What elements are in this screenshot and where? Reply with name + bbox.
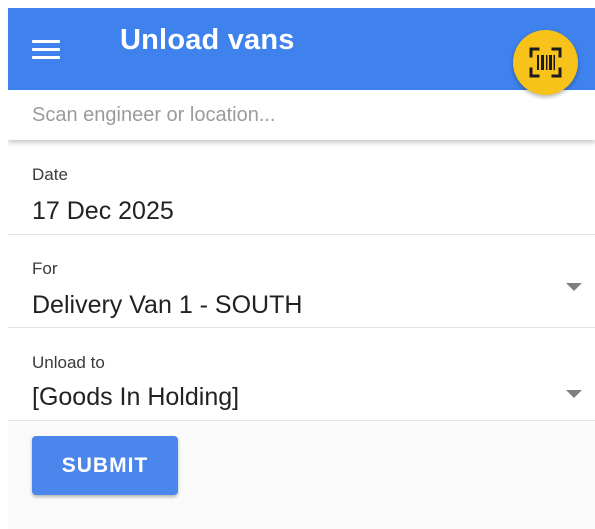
- date-label: Date: [32, 165, 68, 184]
- for-value: Delivery Van 1 - SOUTH: [32, 291, 303, 319]
- barcode-scan-icon: [529, 47, 562, 78]
- submit-button[interactable]: SUBMIT: [32, 436, 178, 495]
- unload-to-label: Unload to: [32, 353, 105, 372]
- dropdown-arrow-icon[interactable]: [566, 390, 582, 398]
- search-bar: [8, 90, 595, 140]
- date-field[interactable]: Date 17 Dec 2025: [8, 143, 595, 235]
- search-input[interactable]: [8, 90, 595, 140]
- for-dropdown[interactable]: For Delivery Van 1 - SOUTH: [8, 235, 595, 328]
- page-title: Unload vans: [120, 24, 295, 56]
- app-screen: Unload vans Date 17 Dec 2025 For: [8, 8, 595, 529]
- barcode-scan-button[interactable]: [513, 30, 578, 95]
- for-label: For: [32, 259, 58, 278]
- date-value: 17 Dec 2025: [32, 197, 174, 225]
- dropdown-arrow-icon[interactable]: [566, 283, 582, 291]
- hamburger-menu-icon[interactable]: [30, 34, 62, 64]
- unload-to-dropdown[interactable]: Unload to [Goods In Holding]: [8, 328, 595, 421]
- app-bar: Unload vans: [8, 8, 595, 90]
- unload-to-value: [Goods In Holding]: [32, 383, 240, 411]
